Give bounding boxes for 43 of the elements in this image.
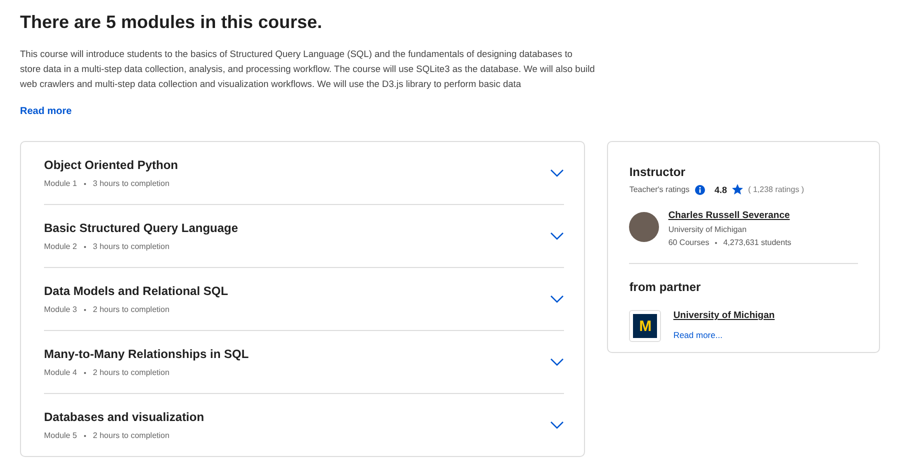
instructor-name-link[interactable]: Charles Russell Severance	[668, 210, 792, 221]
instructor-heading: Instructor	[629, 165, 686, 179]
star-icon	[732, 184, 744, 195]
module-row[interactable]: Many-to-Many Relationships in SQL Module 4 2 hours to completion	[44, 331, 564, 394]
module-number: Module 3	[44, 305, 77, 314]
chevron-down-icon	[550, 357, 564, 367]
read-more-link[interactable]: Read more...	[673, 330, 775, 340]
course-description: This course will introduce students to the basics of Structured Query Language (SQL) and the fundamentals of designing databases to store data in a multi-step data collection, analysis, and processing workflow. The course will use SQLite3 as the database. We will also build web crawlers and multi-step data collection and visualization workflows. We will use the D3.js library to perform basic data	[20, 48, 595, 91]
chevron-down-icon	[550, 231, 564, 241]
chevron-down-icon	[550, 294, 564, 304]
module-number: Module 2	[44, 242, 77, 251]
info-icon	[694, 184, 705, 194]
chevron-down-icon	[550, 168, 564, 178]
module-duration: 2 hours to completion	[92, 305, 170, 314]
section-heading: There are 5 modules in this course.	[20, 12, 324, 33]
avatar-placeholder	[629, 212, 660, 242]
partner-heading: from partner	[629, 280, 702, 294]
module-number: Module 1	[44, 179, 77, 188]
module-title: Object Oriented Python	[44, 158, 178, 172]
module-title: Data Models and Relational SQL	[44, 284, 228, 298]
read-more-link[interactable]: Read more	[20, 106, 72, 117]
module-title: Many-to-Many Relationships in SQL	[44, 347, 249, 361]
partner-name-link[interactable]: University of Michigan	[673, 310, 775, 321]
module-title: Databases and visualization	[44, 410, 204, 424]
module-duration: 2 hours to completion	[92, 431, 170, 440]
module-duration: 3 hours to completion	[92, 179, 170, 188]
module-row[interactable]: Basic Structured Query Language Module 2 3 hours to completion	[44, 205, 564, 268]
module-duration: 3 hours to completion	[92, 242, 170, 251]
chevron-down-icon	[550, 420, 564, 430]
student-count: 4,273,631 students	[723, 238, 792, 247]
ratings-label: Teacher's ratings	[629, 185, 690, 194]
course-count: 60 Courses	[668, 238, 710, 247]
module-duration: 2 hours to completion	[92, 368, 170, 377]
ratings-count: ( 1,238 ratings )	[748, 185, 804, 194]
rating-value: 4.8	[714, 184, 728, 194]
instructor-affiliation: University of Michigan	[668, 225, 748, 234]
module-number: Module 4	[44, 368, 77, 377]
module-row[interactable]: Object Oriented Python Module 1 3 hours to completion	[44, 142, 564, 205]
module-row[interactable]: Data Models and Relational SQL Module 3 2 hours to completion	[44, 268, 564, 331]
module-row[interactable]: Databases and visualization Module 5 2 hours to completion	[44, 394, 564, 456]
module-number: Module 5	[44, 431, 77, 440]
module-title: Basic Structured Query Language	[44, 221, 238, 235]
university-logo: M	[629, 310, 662, 342]
